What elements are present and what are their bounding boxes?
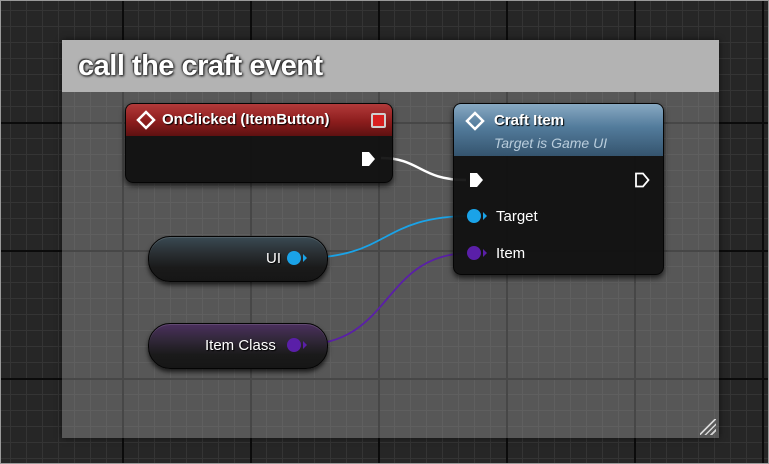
target-pin-icon[interactable] (466, 208, 488, 224)
exec-out-pin-icon[interactable] (634, 172, 650, 188)
craft-item-node[interactable]: Craft Item Target is Game UI Target Item (453, 103, 664, 275)
exec-in-pin-icon[interactable] (468, 172, 484, 188)
item-class-variable-label: Item Class (205, 337, 276, 354)
onclicked-event-node[interactable]: OnClicked (ItemButton) (125, 103, 393, 183)
craft-item-node-subtitle: Target is Game UI (494, 135, 608, 151)
onclicked-node-title: OnClicked (ItemButton) (162, 111, 330, 128)
item-class-variable-node[interactable]: Item Class (148, 323, 328, 369)
function-diamond-icon (465, 111, 485, 131)
item-class-output-pin-icon[interactable] (286, 337, 308, 353)
event-diamond-icon (136, 110, 156, 130)
ui-variable-node[interactable]: UI (148, 236, 328, 282)
ui-variable-label: UI (266, 250, 281, 267)
target-pin-label: Target (496, 208, 538, 225)
exec-out-pin-icon[interactable] (360, 151, 376, 167)
ui-output-pin-icon[interactable] (286, 250, 308, 266)
item-pin-label: Item (496, 245, 526, 262)
delegate-pin-icon[interactable] (371, 113, 386, 128)
craft-item-node-title: Craft Item (494, 112, 565, 129)
item-pin-icon[interactable] (466, 245, 488, 261)
